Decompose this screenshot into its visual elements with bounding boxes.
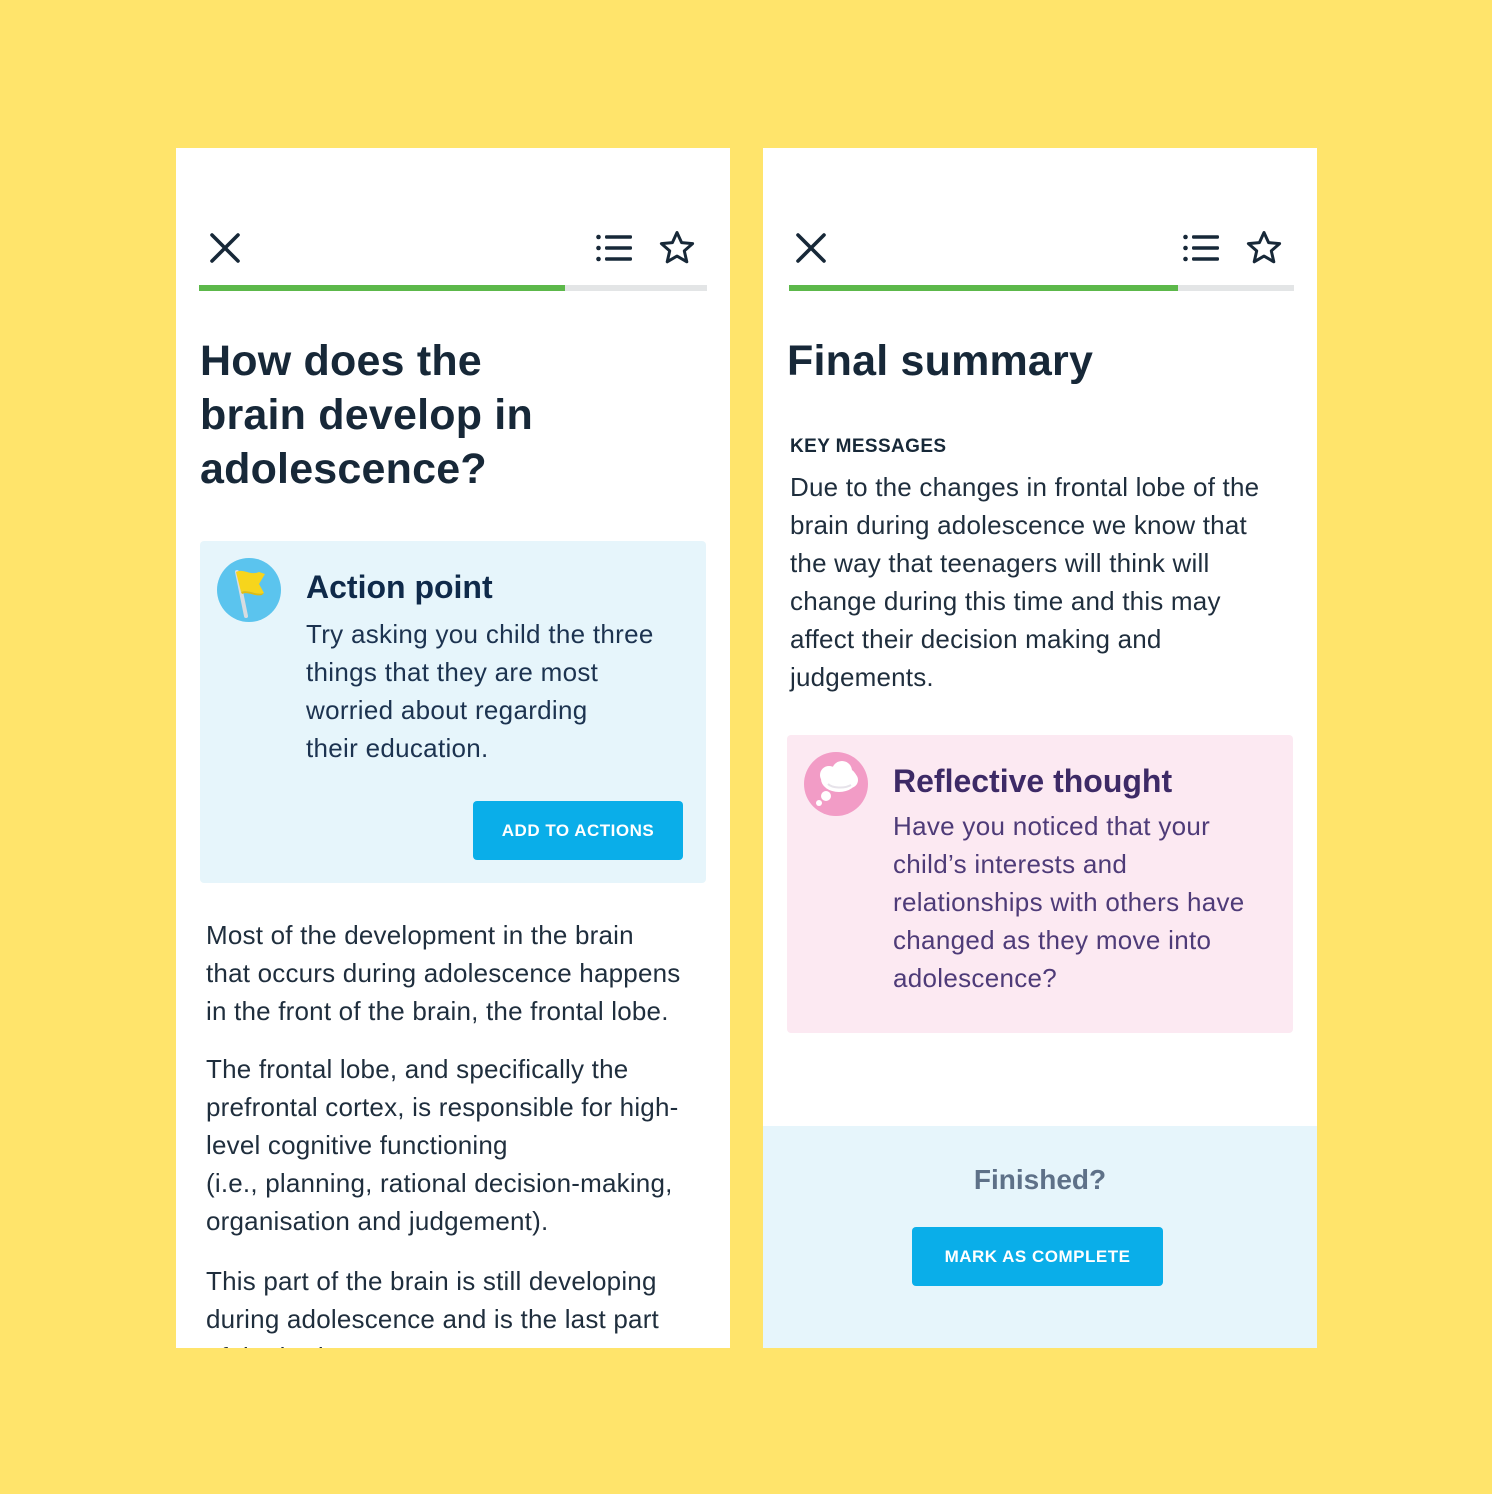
card-body-line: their education. [306,733,489,763]
reflective-thought-card: Reflective thought Have you noticed that… [787,735,1293,1033]
paragraph-line: during adolescence and is the last part [206,1304,659,1334]
paragraph-line: change during this time and this may [790,586,1221,616]
card-body: Try asking you child the three things th… [306,615,686,767]
card-body-line: changed as they move into [893,925,1212,955]
progress-fill [789,285,1178,291]
card-body-line: worried about regarding [306,695,588,725]
card-title: Action point [306,569,493,605]
list-icon [1183,234,1219,262]
mark-as-complete-button[interactable]: MARK AS COMPLETE [912,1227,1163,1286]
card-body-line: child’s interests and [893,849,1128,879]
contents-button[interactable] [1179,226,1223,270]
title-line: brain develop in [200,391,533,439]
paragraph-line: judgements. [790,662,934,692]
paragraph-line: the way that teenagers will think will [790,548,1210,578]
paragraph-line: in the front of the brain, the frontal l… [206,996,669,1026]
paragraph-line: (i.e., planning, rational decision-makin… [206,1168,673,1198]
star-icon [1246,231,1282,264]
finished-label: Finished? [973,1164,1107,1195]
star-icon [659,231,695,264]
paragraph-line: Most of the development in the brain [206,920,634,950]
add-to-actions-button[interactable]: ADD TO ACTIONS [473,801,683,860]
card-body-line: adolescence? [893,963,1058,993]
paragraph: Most of the development in the brain tha… [206,916,706,1030]
paragraph-line: prefrontal cortex, is responsible for hi… [206,1092,679,1122]
bookmark-button[interactable] [655,226,699,270]
paragraph-line: The frontal lobe, and specifically the [206,1054,629,1084]
title-line: How does the [200,337,482,385]
paragraph-line: that occurs during adolescence happens [206,958,681,988]
key-messages-label: KEY MESSAGES [790,436,947,457]
thought-bubble-icon [804,752,868,816]
list-icon [596,234,632,262]
paragraph-line: organisation and judgement). [206,1206,549,1236]
paragraph-line: affect their decision making and [790,624,1162,654]
paragraph-line: level cognitive functioning [206,1130,508,1160]
card-body: Have you noticed that your child’s inter… [893,807,1283,997]
bookmark-button[interactable] [1242,226,1286,270]
paragraph-line: This part of the brain is still developi… [206,1266,657,1296]
progress-bar [789,285,1294,291]
paragraph-line: Due to the changes in frontal lobe of th… [790,472,1260,502]
close-icon [210,233,240,263]
flag-icon [217,558,281,622]
paragraph-line: of the brain to [206,1338,706,1348]
title-line: adolescence? [200,445,487,493]
close-button[interactable] [789,226,833,270]
finish-panel: Finished? MARK AS COMPLETE [763,1126,1317,1348]
paragraph: The frontal lobe, and specifically the p… [206,1050,706,1240]
card-body-line: Try asking you child the three [306,619,654,649]
card-body-line: things that they are most [306,657,599,687]
summary-screen: Final summary KEY MESSAGES Due to the ch… [763,148,1317,1348]
key-messages-text: Due to the changes in frontal lobe of th… [790,468,1300,696]
contents-button[interactable] [592,226,636,270]
page-title: How does the brain develop in adolescenc… [200,334,533,496]
paragraph: This part of the brain is still developi… [206,1262,706,1348]
page-title: Final summary [787,337,1094,385]
progress-bar [199,285,707,291]
card-body-line: relationships with others have [893,887,1245,917]
lesson-screen: How does the brain develop in adolescenc… [176,148,730,1348]
card-body-line: Have you noticed that your [893,811,1211,841]
paragraph-line: brain during adolescence we know that [790,510,1247,540]
progress-fill [199,285,565,291]
close-icon [796,233,826,263]
action-point-card: Action point Try asking you child the th… [200,541,706,883]
card-title: Reflective thought [893,763,1173,799]
close-button[interactable] [203,226,247,270]
